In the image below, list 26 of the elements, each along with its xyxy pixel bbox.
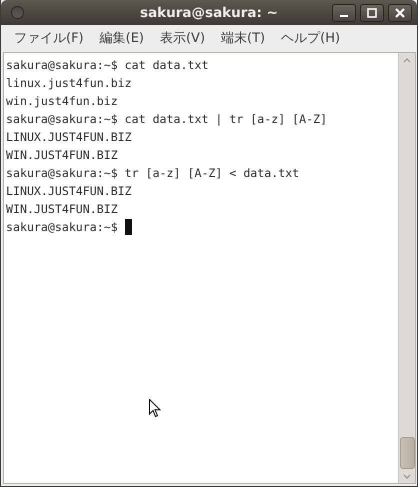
- command-line: sakura@sakura:~$: [6, 219, 118, 236]
- mouse-pointer-icon: [149, 399, 161, 418]
- output-line: LINUX.JUST4FUN.BIZ: [6, 183, 132, 200]
- menu-item[interactable]: 端末(T): [214, 26, 272, 50]
- close-button[interactable]: [388, 4, 412, 22]
- command-line: sakura@sakura:~$ cat data.txt: [6, 57, 208, 74]
- minimize-button[interactable]: [332, 4, 356, 22]
- maximize-icon: [367, 8, 377, 18]
- scrollbar[interactable]: [398, 53, 415, 483]
- window-title: sakura@sakura: ~: [139, 4, 279, 20]
- menu-item[interactable]: ヘルプ(H): [274, 26, 348, 50]
- menu-item[interactable]: ファイル(F): [7, 26, 91, 50]
- command-line: sakura@sakura:~$ cat data.txt | tr [a-z] [A-Z]: [6, 111, 328, 128]
- menu-item[interactable]: 編集(E): [92, 26, 151, 50]
- minimize-icon: [340, 15, 348, 17]
- output-line: win.just4fun.biz: [6, 93, 118, 110]
- close-icon: [395, 8, 405, 18]
- output-line: WIN.JUST4FUN.BIZ: [6, 147, 118, 164]
- output-line: WIN.JUST4FUN.BIZ: [6, 201, 118, 218]
- output-line: linux.just4fun.biz: [6, 75, 132, 92]
- output-line: LINUX.JUST4FUN.BIZ: [6, 129, 132, 146]
- maximize-button[interactable]: [360, 4, 384, 22]
- menu-item[interactable]: 表示(V): [152, 26, 212, 50]
- window-menu-icon[interactable]: [11, 6, 24, 19]
- command-line: sakura@sakura:~$ tr [a-z] [A-Z] < data.txt: [6, 165, 300, 182]
- scrollbar-thumb[interactable]: [400, 437, 414, 469]
